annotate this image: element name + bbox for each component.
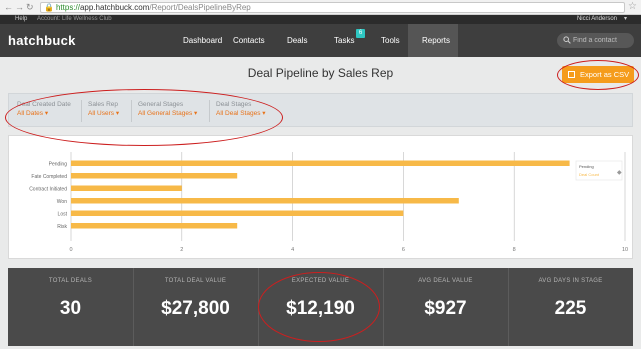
pipeline-bar-chart: 0 2 4 6 8 10 Pending Fate Completed Contract Ini…: [29, 152, 628, 253]
filter-value[interactable]: All Deal Stages ▾: [216, 109, 266, 119]
x-tick-label: 10: [622, 247, 628, 253]
browser-toolbar: ← → ↻ 🔒 https://app.hatchbuck.com/Report/…: [0, 0, 641, 15]
nav-dashboard[interactable]: Dashboard: [183, 36, 222, 46]
divider: [131, 100, 132, 122]
export-button-label: Export as CSV: [580, 70, 630, 79]
stat-total-deals: TOTAL DEALS 30: [8, 268, 133, 346]
export-icon: [568, 71, 575, 78]
filter-general-stages[interactable]: General Stages All General Stages ▾: [138, 101, 197, 119]
x-tick-label: 2: [180, 247, 183, 253]
address-bar[interactable]: 🔒 https://app.hatchbuck.com/Report/DealsP…: [40, 2, 625, 13]
lock-icon: 🔒: [44, 3, 54, 12]
bar[interactable]: [71, 223, 238, 229]
x-tick-label: 0: [69, 247, 72, 253]
url-host: app.hatchbuck.com: [79, 3, 150, 12]
url-scheme: https://: [55, 3, 80, 12]
filter-deal-stages[interactable]: Deal Stages All Deal Stages ▾: [216, 101, 266, 119]
legend-title: Pending: [579, 164, 594, 169]
divider: [209, 100, 210, 122]
nav-deals[interactable]: Deals: [287, 36, 307, 46]
contact-search[interactable]: [557, 33, 634, 48]
nav-tools[interactable]: Tools: [381, 36, 400, 46]
bar[interactable]: [71, 173, 238, 179]
stat-label: AVG DAYS IN STAGE: [538, 278, 603, 284]
stats-panel: TOTAL DEALS 30 TOTAL DEAL VALUE $27,800 …: [8, 268, 633, 346]
filter-value[interactable]: All Users ▾: [88, 109, 119, 119]
account-strip: Help Account: Life Wellness Club Nicci A…: [0, 15, 641, 24]
page-title: Deal Pipeline by Sales Rep: [247, 66, 394, 80]
logo[interactable]: hatchbuck: [8, 33, 76, 48]
stat-value: $12,190: [286, 298, 355, 319]
y-category-label: Pending: [49, 161, 68, 167]
bar[interactable]: [71, 160, 570, 167]
filter-value[interactable]: All Dates ▾: [17, 109, 71, 119]
account-label: Account: Life Wellness Club: [37, 16, 112, 22]
x-tick-label: 8: [513, 247, 516, 253]
legend-entry: Deal Count: [579, 172, 600, 177]
chevron-down-icon: ▾: [44, 110, 49, 117]
filter-deal-created-date[interactable]: Deal Created Date All Dates ▾: [17, 101, 71, 119]
reload-icon[interactable]: ↻: [26, 2, 34, 12]
bar[interactable]: [71, 198, 459, 204]
search-icon: [563, 36, 571, 44]
y-category-label: Fate Completed: [31, 174, 67, 180]
filter-panel: Deal Created Date All Dates ▾ Sales Rep …: [8, 93, 633, 127]
legend-toggle-icon[interactable]: ◆: [617, 170, 622, 176]
filter-value[interactable]: All General Stages ▾: [138, 109, 197, 119]
stat-value: 30: [59, 298, 82, 319]
nav-contacts[interactable]: Contacts: [233, 36, 265, 46]
filter-label: General Stages: [138, 101, 184, 108]
filter-label: Deal Created Date: [17, 101, 71, 108]
chevron-down-icon: ▾: [194, 110, 198, 117]
y-category-label: Won: [57, 199, 67, 205]
filter-sales-rep[interactable]: Sales Rep All Users ▾: [88, 101, 119, 119]
main-navigation: hatchbuck Dashboard Contacts Deals Tasks…: [0, 24, 641, 57]
chart-panel: 0 2 4 6 8 10 Pending Fate Completed Contract Ini…: [8, 135, 633, 259]
stat-total-deal-value: TOTAL DEAL VALUE $27,800: [133, 268, 258, 346]
stat-label: EXPECTED VALUE: [291, 278, 350, 284]
bar[interactable]: [71, 210, 404, 217]
stat-expected-value: EXPECTED VALUE $12,190: [258, 268, 383, 346]
stat-value: 225: [554, 298, 587, 319]
filter-label: Deal Stages: [216, 101, 252, 108]
nav-tasks[interactable]: Tasks: [334, 36, 354, 46]
bar[interactable]: [71, 185, 182, 192]
bookmark-star-icon[interactable]: ☆: [628, 1, 637, 12]
search-input[interactable]: [573, 35, 631, 46]
y-category-label: Risk: [57, 224, 67, 230]
y-category-label: Lost: [58, 211, 68, 217]
chevron-down-icon: ▾: [262, 110, 266, 117]
export-csv-button[interactable]: Export as CSV: [562, 66, 634, 83]
stat-value: $27,800: [161, 298, 230, 319]
x-tick-label: 6: [402, 247, 405, 253]
user-menu[interactable]: Nicci Anderson: [577, 15, 617, 24]
stat-label: TOTAL DEALS: [48, 278, 93, 284]
back-icon[interactable]: ←: [4, 2, 13, 12]
stat-value: $927: [424, 298, 467, 319]
stat-avg-deal-value: AVG DEAL VALUE $927: [383, 268, 508, 346]
nav-reports[interactable]: Reports: [422, 36, 450, 46]
filter-label: Sales Rep: [88, 101, 118, 108]
x-tick-label: 4: [291, 247, 294, 253]
help-link[interactable]: Help: [15, 15, 27, 24]
chevron-down-icon[interactable]: ▾: [624, 15, 627, 24]
stat-label: TOTAL DEAL VALUE: [164, 278, 227, 284]
y-category-label: Contract Initiated: [29, 186, 67, 192]
chevron-down-icon: ▾: [115, 110, 120, 117]
tasks-count-badge: 6: [356, 29, 365, 38]
divider: [81, 100, 82, 122]
stat-avg-days-in-stage: AVG DAYS IN STAGE 225: [508, 268, 633, 346]
stat-label: AVG DEAL VALUE: [418, 278, 473, 284]
forward-icon[interactable]: →: [15, 2, 24, 12]
url-path: /Report/DealsPipelineByRep: [149, 3, 251, 12]
